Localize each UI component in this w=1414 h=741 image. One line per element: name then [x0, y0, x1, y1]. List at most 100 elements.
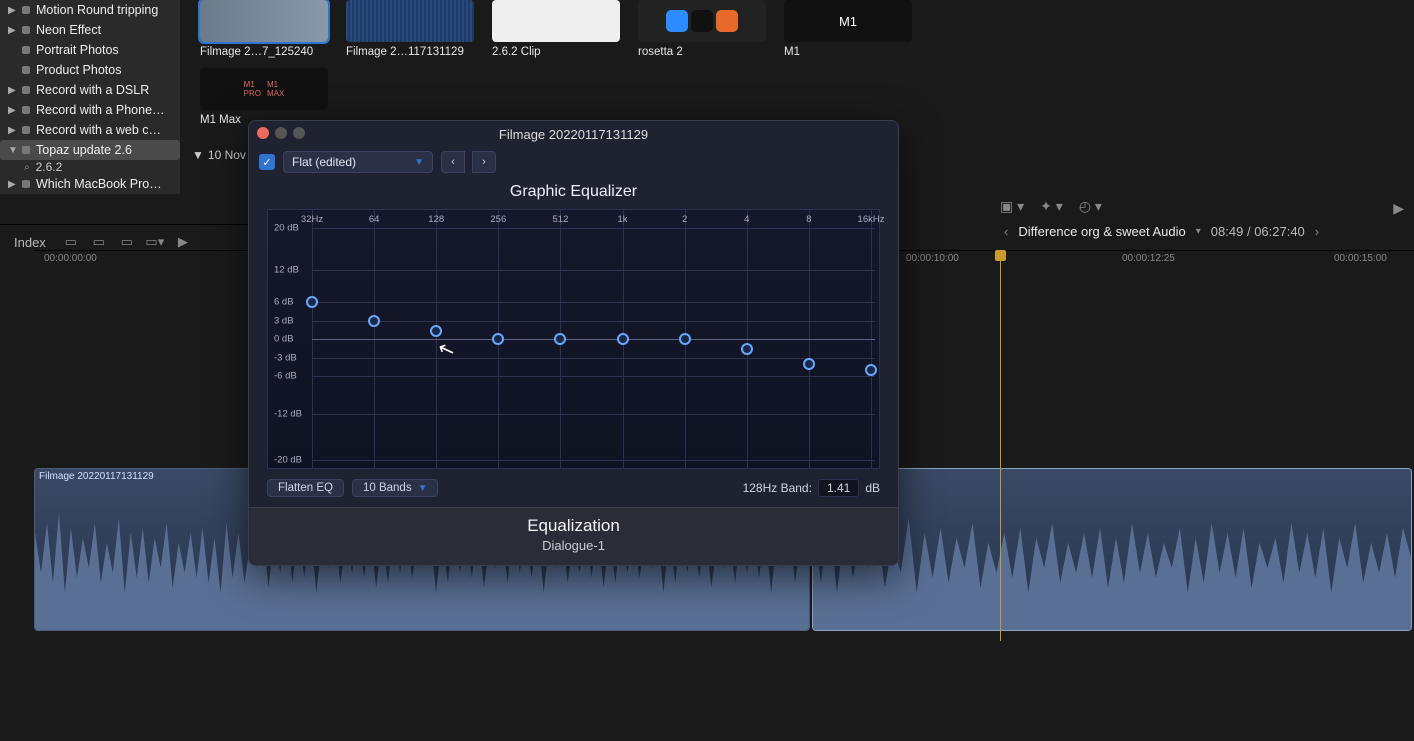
preset-label: Flat (edited) [292, 155, 356, 169]
clip-thumbnail[interactable] [200, 0, 328, 42]
wand-icon[interactable]: ✦ ▾ [1040, 198, 1063, 215]
eq-toolbar: ✓ Flat (edited) ▼ ‹ › [249, 147, 898, 177]
prev-button[interactable]: ‹ [441, 151, 465, 173]
sidebar-item[interactable]: Portrait Photos [0, 40, 180, 60]
eq-band-handle[interactable] [430, 325, 442, 337]
y-tick: 20 dB [274, 223, 299, 234]
maximize-icon[interactable] [293, 127, 305, 139]
time-total: 06:27:40 [1254, 224, 1305, 239]
equalizer-window: Filmage 20220117131129 ✓ Flat (edited) ▼… [248, 120, 899, 566]
history-back-icon[interactable]: ‹ [1004, 224, 1008, 239]
readout-value-field[interactable]: 1.41 [818, 479, 859, 497]
eq-band-handle[interactable] [368, 315, 380, 327]
time-current: 08:49 [1211, 224, 1244, 239]
next-button[interactable]: › [472, 151, 496, 173]
sidebar: ▶ Motion Round tripping ▶Neon Effect Port… [0, 0, 180, 194]
chevron-down-icon: ▼ [8, 145, 16, 156]
preset-select[interactable]: Flat (edited) ▼ [283, 151, 433, 173]
x-tick: 2 [682, 214, 687, 225]
eq-band-handle[interactable] [803, 358, 815, 370]
sidebar-item[interactable]: ▶Record with a Phone… [0, 100, 180, 120]
minimize-icon[interactable] [275, 127, 287, 139]
eq-band-handle[interactable] [679, 333, 691, 345]
crop-icon[interactable]: ▣ ▾ [1000, 198, 1024, 215]
sidebar-item-label: Motion Round tripping [36, 3, 158, 17]
y-tick: 3 dB [274, 315, 294, 326]
clip-thumbnail[interactable] [492, 0, 620, 42]
sidebar-item-label: Record with a Phone… [36, 103, 165, 117]
chevron-down-icon: ▼ [414, 157, 424, 168]
timeline-tools: ▣ ▾ ✦ ▾ ◴ ▾ [1000, 198, 1102, 215]
timeline-header: ‹ Difference org & sweet Audio ▾ 08:49 /… [1004, 224, 1404, 239]
y-tick: 6 dB [274, 297, 294, 308]
retime-icon[interactable]: ◴ ▾ [1079, 198, 1102, 215]
window-title: Filmage 20220117131129 [499, 127, 648, 142]
x-tick: 32Hz [301, 214, 323, 225]
clip-label: 2.6.2 Clip [492, 46, 620, 58]
chevron-down-icon: ▼ [192, 148, 204, 162]
clip-thumbnail[interactable] [346, 0, 474, 42]
eq-band-handle[interactable] [741, 343, 753, 355]
sidebar-item[interactable]: ▶Neon Effect [0, 20, 180, 40]
x-tick: 1k [618, 214, 628, 225]
date-group-label: 10 Nov [208, 148, 246, 162]
enable-checkbox[interactable]: ✓ [259, 154, 275, 170]
ruler-tick: 00:00:12:25 [1122, 253, 1175, 264]
flatten-label: Flatten EQ [278, 482, 333, 494]
sidebar-item[interactable]: ▶ Motion Round tripping [0, 0, 180, 20]
sidebar-item[interactable]: Product Photos [0, 60, 180, 80]
window-controls [257, 127, 305, 139]
y-tick: -12 dB [274, 408, 302, 419]
window-titlebar[interactable]: Filmage 20220117131129 [249, 121, 898, 147]
flatten-button[interactable]: Flatten EQ [267, 479, 344, 497]
chevron-right-icon: ▶ [8, 5, 16, 16]
search-icon: ⌕ [24, 162, 30, 173]
eq-graph[interactable]: 32Hz641282565121k24816kHz20 dB12 dB6 dB3… [267, 209, 880, 469]
y-tick: -6 dB [274, 371, 297, 382]
eq-band-handle[interactable] [617, 333, 629, 345]
sidebar-item[interactable]: ▶Which MacBook Pro… [0, 174, 180, 194]
readout-label: 128Hz Band: [743, 481, 812, 495]
sidebar-item[interactable]: ▶Record with a web c… [0, 120, 180, 140]
sidebar-item[interactable]: ▶Record with a DSLR [0, 80, 180, 100]
sidebar-subitem[interactable]: ⌕ 2.6.2 [0, 160, 180, 174]
effect-title: Equalization [249, 516, 898, 536]
x-tick: 128 [428, 214, 444, 225]
clip-browser: Filmage 2…7_125240 Filmage 2…117131129 2… [192, 0, 984, 58]
history-forward-icon[interactable]: › [1315, 224, 1319, 239]
y-tick: -3 dB [274, 352, 297, 363]
readout-unit: dB [865, 481, 880, 495]
y-tick: -20 dB [274, 455, 302, 466]
date-group[interactable]: ▼ 10 Nov [192, 148, 246, 162]
clip-thumbnail[interactable] [638, 0, 766, 42]
x-tick: 256 [490, 214, 506, 225]
band-readout: 128Hz Band: 1.41 dB [743, 479, 880, 497]
timeline-title[interactable]: Difference org & sweet Audio [1018, 224, 1185, 239]
sidebar-sub-label: 2.6.2 [36, 160, 63, 174]
audio-clip[interactable]: 1129 [812, 468, 1412, 631]
clip-label: M1 [784, 46, 912, 58]
clip-thumbnail[interactable]: M1PROM1MAX [200, 68, 328, 110]
eq-band-handle[interactable] [492, 333, 504, 345]
eq-band-handle[interactable] [865, 364, 877, 376]
bands-label: 10 Bands [363, 482, 412, 494]
x-tick: 4 [744, 214, 749, 225]
x-tick: 64 [369, 214, 380, 225]
play-icon[interactable]: ▶ [1393, 200, 1404, 217]
sidebar-item-label: Record with a DSLR [36, 83, 149, 97]
bands-select[interactable]: 10 Bands▼ [352, 479, 439, 497]
chevron-down-icon[interactable]: ▾ [1196, 226, 1201, 237]
x-tick: 512 [553, 214, 569, 225]
index-button[interactable]: Index [6, 235, 54, 250]
clip-thumbnail[interactable]: M1 [784, 0, 912, 42]
eq-band-handle[interactable] [306, 296, 318, 308]
close-icon[interactable] [257, 127, 269, 139]
ruler-tick: 00:00:00:00 [44, 253, 97, 264]
playhead[interactable] [1000, 250, 1001, 641]
y-tick: 0 dB [274, 334, 294, 345]
eq-band-handle[interactable] [554, 333, 566, 345]
sidebar-item-label: Portrait Photos [36, 43, 119, 57]
ruler-tick: 00:00:10:00 [906, 253, 959, 264]
sidebar-item-selected[interactable]: ▼Topaz update 2.6 [0, 140, 180, 160]
clip-name: Filmage 20220117131129 [39, 471, 154, 482]
